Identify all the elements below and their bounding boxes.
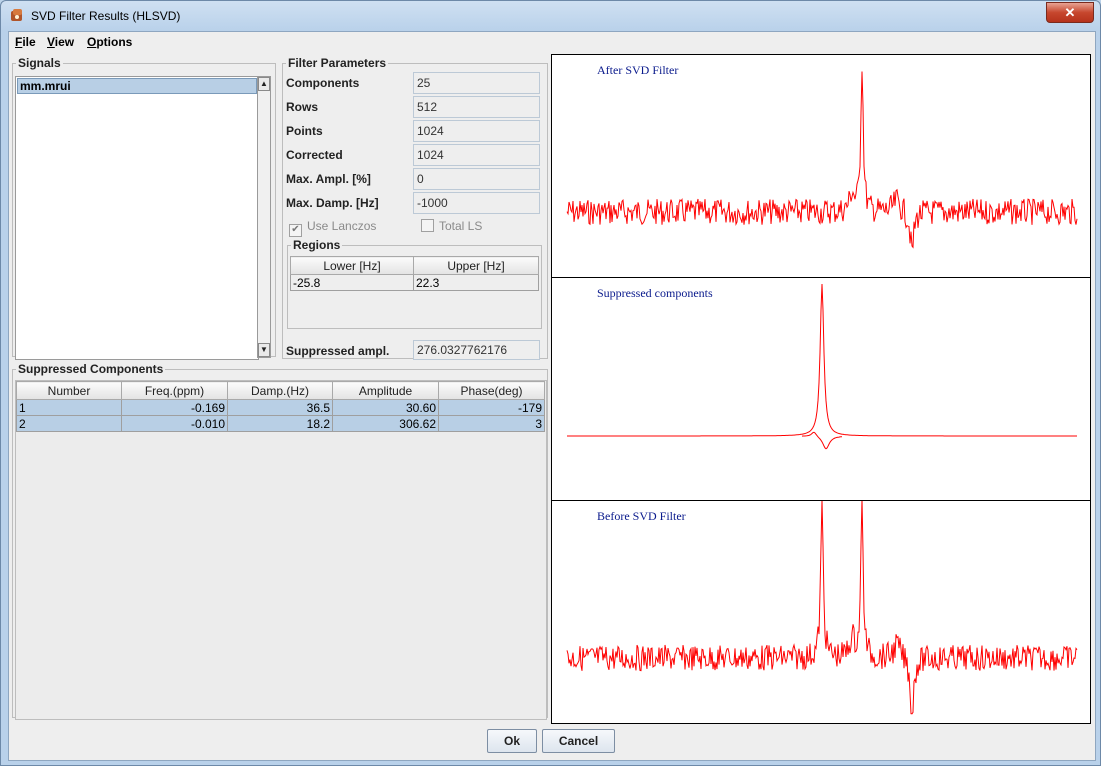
unchecked-box-icon [421,219,434,232]
suppressed-components-trace [567,283,1077,437]
param-points-label: Points [286,124,323,138]
cell-damp[interactable]: 18.2 [227,415,333,432]
cell-number[interactable]: 1 [16,399,122,416]
use-lanczos-checkbox[interactable]: ✔ Use Lanczos [289,219,377,237]
cell-amplitude[interactable]: 306.62 [332,415,439,432]
cell-damp[interactable]: 36.5 [227,399,333,416]
menu-file[interactable]: File [15,35,36,49]
suppressed-ampl-label: Suppressed ampl. [286,344,390,358]
after-filter-chart: After SVD Filter [551,54,1091,278]
regions-cell-upper[interactable]: 22.3 [413,274,539,291]
table-header-row: Number Freq.(ppm) Damp.(Hz) Amplitude Ph… [16,381,545,400]
param-rows-field: 512 [413,96,540,118]
before-filter-plot [566,501,1078,715]
after-filter-trace [566,71,1078,249]
cancel-button[interactable]: Cancel [542,729,615,753]
table-row[interactable]: -25.8 22.3 [290,274,539,291]
suppressed-components-plot [567,283,1077,450]
param-corrected-field: 1024 [413,144,540,166]
regions-header-lower[interactable]: Lower [Hz] [290,256,414,275]
header-phase[interactable]: Phase(deg) [438,381,545,400]
param-points-field: 1024 [413,120,540,142]
cell-number[interactable]: 2 [16,415,122,432]
scroll-up-icon[interactable]: ▲ [258,77,270,91]
total-ls-label: Total LS [439,219,483,233]
suppressed-ampl-field: 276.0327762176 [413,340,540,360]
signals-list-item[interactable]: mm.mrui [17,78,257,94]
before-filter-trace [566,501,1078,715]
title-bar: SVD Filter Results (HLSVD) ✕ [1,1,1100,31]
param-components-label: Components [286,76,360,90]
menu-options[interactable]: Options [87,35,132,49]
regions-cell-lower[interactable]: -25.8 [290,274,414,291]
regions-table[interactable]: Lower [Hz] Upper [Hz] -25.8 22.3 [290,256,539,291]
cell-freq[interactable]: -0.010 [121,415,228,432]
use-lanczos-label: Use Lanczos [307,219,377,233]
menu-bar: File View Options [9,32,1095,52]
header-damp[interactable]: Damp.(Hz) [227,381,333,400]
before-filter-chart: Before SVD Filter [551,500,1091,724]
signals-scrollbar[interactable]: ▲ ▼ [257,76,271,358]
suppressed-components-area: Number Freq.(ppm) Damp.(Hz) Amplitude Ph… [15,380,547,720]
regions-panel: Regions Lower [Hz] Upper [Hz] -25.8 22.3 [287,238,542,329]
signals-list[interactable]: mm.mrui [15,76,259,360]
suppressed-components-legend: Suppressed Components [18,362,164,376]
regions-header-upper[interactable]: Upper [Hz] [413,256,539,275]
window-title: SVD Filter Results (HLSVD) [31,9,181,23]
checkmark-icon: ✔ [289,224,302,237]
cell-freq[interactable]: -0.169 [121,399,228,416]
total-ls-checkbox[interactable]: Total LS [421,219,482,235]
suppressed-components-panel: Suppressed Components Number Freq.(ppm) … [12,362,548,720]
param-rows-label: Rows [286,100,319,114]
suppressed-components-trace-small [801,431,843,450]
close-button[interactable]: ✕ [1046,2,1094,23]
param-corrected-label: Corrected [286,148,343,162]
cell-phase[interactable]: -179 [438,399,545,416]
suppressed-components-table[interactable]: Number Freq.(ppm) Damp.(Hz) Amplitude Ph… [16,381,545,432]
menu-view[interactable]: View [47,35,74,49]
table-row[interactable]: 2 -0.010 18.2 306.62 3 [16,415,545,432]
signals-panel: Signals mm.mrui ▲ ▼ [12,56,276,360]
regions-legend: Regions [293,238,341,252]
window-content: File View Options Signals mm.mrui ▲ ▼ Fi… [8,31,1096,761]
filter-parameters-panel: Filter Parameters Components 25 Rows 512… [282,56,548,360]
signals-legend: Signals [18,56,61,70]
application-window: SVD Filter Results (HLSVD) ✕ File View O… [0,0,1101,766]
header-number[interactable]: Number [16,381,122,400]
param-max-ampl-field: 0 [413,168,540,190]
cell-phase[interactable]: 3 [438,415,545,432]
suppressed-components-chart: Suppressed components [551,277,1091,501]
table-row[interactable]: 1 -0.169 36.5 30.60 -179 [16,399,545,416]
after-filter-plot [566,71,1078,249]
filter-parameters-legend: Filter Parameters [288,56,387,70]
ok-button[interactable]: Ok [487,729,537,753]
app-icon [11,9,22,21]
param-max-ampl-label: Max. Ampl. [%] [286,172,371,186]
param-max-damp-field: -1000 [413,192,540,214]
header-freq[interactable]: Freq.(ppm) [121,381,228,400]
cell-amplitude[interactable]: 30.60 [332,399,439,416]
param-components-field: 25 [413,72,540,94]
param-max-damp-label: Max. Damp. [Hz] [286,196,379,210]
scroll-down-icon[interactable]: ▼ [258,343,270,357]
header-amplitude[interactable]: Amplitude [332,381,439,400]
